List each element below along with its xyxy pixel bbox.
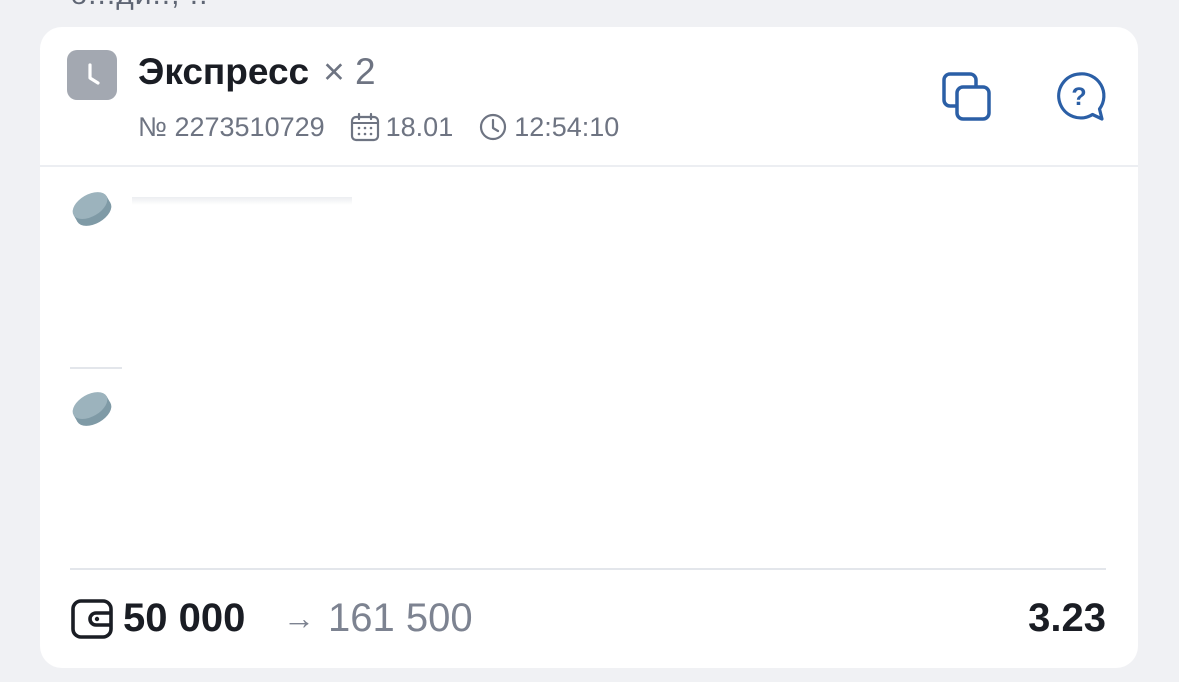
payout-amount: 161 500 bbox=[328, 596, 473, 640]
copy-button[interactable] bbox=[936, 66, 998, 128]
stake-amount: 50 000 bbox=[123, 596, 246, 640]
bet-number: № 2273510729 bbox=[138, 111, 325, 142]
copy-icon bbox=[942, 72, 991, 121]
bet-header: Экспресс × 2 № 2273510729 18.01 12:54:10… bbox=[40, 27, 1138, 167]
clock-icon bbox=[67, 50, 117, 100]
bet-time: 12:54:10 bbox=[514, 111, 620, 142]
event-text-faded bbox=[132, 197, 352, 205]
top-fragment-text: б...ди.., .. bbox=[70, 0, 208, 12]
bet-date-item: 18.01 bbox=[349, 111, 454, 143]
footer-divider bbox=[70, 568, 1106, 570]
svg-text:?: ? bbox=[1071, 83, 1086, 111]
event-item[interactable] bbox=[40, 369, 1138, 569]
bet-time-item: 12:54:10 bbox=[477, 111, 619, 143]
hockey-puck-icon bbox=[72, 392, 112, 426]
bet-card[interactable]: Экспресс × 2 № 2273510729 18.01 12:54:10… bbox=[40, 27, 1138, 668]
help-bubble-icon: ? bbox=[1057, 72, 1106, 121]
bet-meta: № 2273510729 18.01 12:54:10 bbox=[138, 111, 619, 143]
wallet-icon bbox=[71, 599, 113, 639]
calendar-icon bbox=[350, 112, 379, 142]
bet-date: 18.01 bbox=[385, 111, 454, 142]
event-item[interactable] bbox=[40, 167, 1138, 367]
bet-footer: 50 000 → 161 500 3.23 bbox=[70, 593, 1106, 649]
time-icon bbox=[480, 113, 507, 141]
arrow-right-icon: → bbox=[283, 600, 315, 636]
bet-title-line: Экспресс × 2 bbox=[138, 51, 376, 93]
total-coefficient: 3.23 bbox=[1028, 596, 1106, 640]
bet-multiplier: × 2 bbox=[323, 51, 376, 92]
bet-type-title: Экспресс bbox=[138, 51, 310, 92]
help-button[interactable]: ? bbox=[1048, 66, 1110, 128]
hockey-puck-icon bbox=[72, 192, 112, 226]
